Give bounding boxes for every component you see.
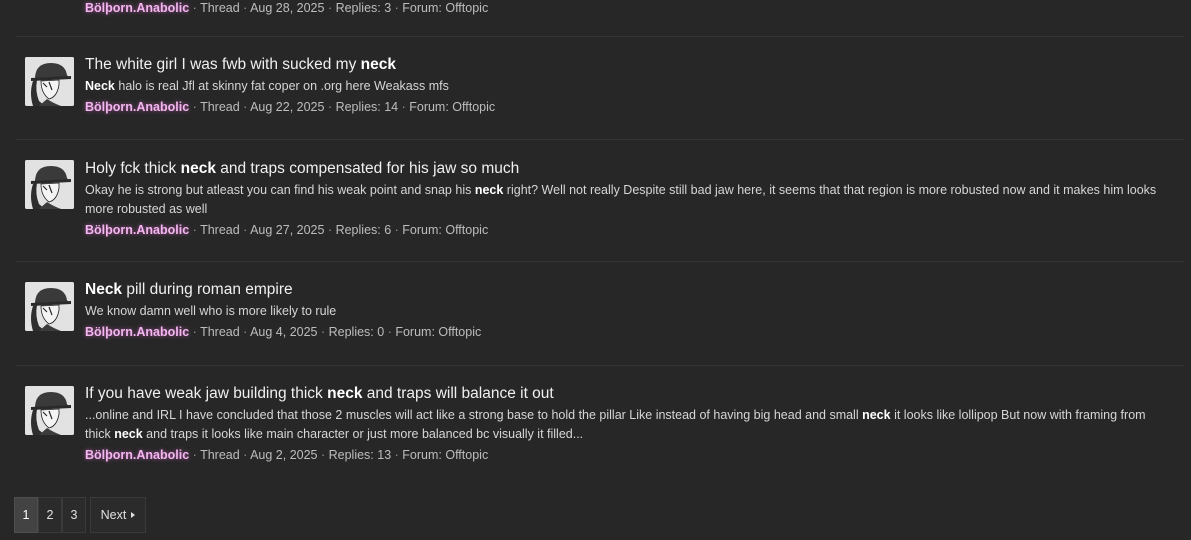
text-segment: and traps will balance it out — [362, 385, 554, 402]
content-type: Thread — [200, 1, 240, 15]
text-segment: and traps it looks like main character o… — [142, 427, 584, 441]
reply-count: Replies: 3 — [335, 1, 392, 15]
page-button-2[interactable]: 2 — [38, 497, 62, 533]
result-snippet: Neck halo is real Jfl at skinny fat cope… — [85, 77, 1174, 96]
avatar[interactable] — [25, 282, 74, 331]
result-meta: Bölþorn.Anabolic · Thread · Aug 28, 2025… — [85, 1, 489, 15]
result-snippet: ...online and IRL I have concluded that … — [85, 406, 1174, 444]
forum-link[interactable]: Forum: Offtopic — [402, 223, 488, 237]
result-title[interactable]: The white girl I was fwb with sucked my … — [85, 55, 1174, 75]
caret-right-icon — [131, 512, 136, 518]
author-link[interactable]: Bölþorn.Anabolic — [85, 223, 189, 237]
result-meta: Bölþorn.Anabolic · Thread · Aug 4, 2025 … — [85, 325, 482, 339]
user-avatar-icon — [25, 160, 74, 209]
list-item: Holy fck thick neck and traps compensate… — [16, 140, 1184, 262]
content-type: Thread — [200, 448, 240, 462]
list-item: If you have weak jaw building thick neck… — [16, 366, 1184, 488]
avatar[interactable] — [25, 57, 74, 106]
text-segment: The white girl I was fwb with sucked my — [85, 56, 361, 73]
forum-link[interactable]: Forum: Offtopic — [402, 1, 488, 15]
avatar[interactable] — [25, 160, 74, 209]
author-link[interactable]: Bölþorn.Anabolic — [85, 100, 189, 114]
highlighted-term: neck — [114, 427, 143, 441]
result-meta: Bölþorn.Anabolic · Thread · Aug 27, 2025… — [85, 223, 489, 237]
pagination: 1 2 3 Next — [14, 497, 146, 533]
result-title[interactable]: Holy fck thick neck and traps compensate… — [85, 159, 1174, 179]
user-avatar-icon — [25, 57, 74, 106]
reply-count: Replies: 13 — [328, 448, 392, 462]
highlighted-term: neck — [474, 183, 504, 197]
forum-link[interactable]: Forum: Offtopic — [409, 100, 495, 114]
highlighted-term: neck — [180, 160, 216, 177]
text-segment: Okay he is strong but atleast you can fi… — [85, 183, 475, 197]
page-button-1[interactable]: 1 — [14, 497, 38, 533]
highlighted-term: Neck — [85, 79, 115, 93]
reply-count: Replies: 0 — [328, 325, 385, 339]
author-link[interactable]: Bölþorn.Anabolic — [85, 325, 189, 339]
author-link[interactable]: Bölþorn.Anabolic — [85, 448, 189, 462]
post-date: Aug 28, 2025 — [250, 1, 325, 15]
content-type: Thread — [200, 325, 240, 339]
list-item: Neck pill during roman empire We know da… — [16, 262, 1184, 366]
list-item: Bölþorn.Anabolic · Thread · Aug 28, 2025… — [16, 0, 1184, 37]
avatar[interactable] — [25, 386, 74, 435]
page-button-3[interactable]: 3 — [62, 497, 86, 533]
post-date: Aug 22, 2025 — [250, 100, 325, 114]
reply-count: Replies: 6 — [335, 223, 392, 237]
forum-link[interactable]: Forum: Offtopic — [402, 448, 488, 462]
highlighted-term: Neck — [85, 281, 123, 298]
text-segment: ...online and IRL I have concluded that … — [85, 408, 863, 422]
text-segment: pill during roman empire — [122, 281, 293, 298]
text-segment: If you have weak jaw building thick — [85, 385, 328, 402]
result-meta: Bölþorn.Anabolic · Thread · Aug 2, 2025 … — [85, 448, 489, 462]
post-date: Aug 2, 2025 — [250, 448, 318, 462]
reply-count: Replies: 14 — [335, 100, 399, 114]
text-segment: halo is real Jfl at skinny fat coper on … — [114, 79, 449, 93]
post-date: Aug 4, 2025 — [250, 325, 318, 339]
next-page-button[interactable]: Next — [90, 497, 146, 533]
result-snippet: We know damn well who is more likely to … — [85, 302, 1174, 321]
highlighted-term: neck — [862, 408, 891, 422]
highlighted-term: neck — [360, 56, 396, 73]
result-title[interactable]: Neck pill during roman empire — [85, 280, 1174, 300]
content-type: Thread — [200, 100, 240, 114]
search-results: Bölþorn.Anabolic · Thread · Aug 28, 2025… — [0, 0, 1191, 540]
author-link[interactable]: Bölþorn.Anabolic — [85, 1, 189, 15]
content-type: Thread — [200, 223, 240, 237]
text-segment: We know damn well who is more likely to … — [85, 304, 337, 318]
list-item: The white girl I was fwb with sucked my … — [16, 37, 1184, 140]
result-meta: Bölþorn.Anabolic · Thread · Aug 22, 2025… — [85, 100, 496, 114]
result-title[interactable]: If you have weak jaw building thick neck… — [85, 384, 1174, 404]
user-avatar-icon — [25, 386, 74, 435]
text-segment: and traps compensated for his jaw so muc… — [215, 160, 520, 177]
post-date: Aug 27, 2025 — [250, 223, 325, 237]
next-label: Next — [100, 508, 127, 522]
highlighted-term: neck — [327, 385, 363, 402]
user-avatar-icon — [25, 282, 74, 331]
result-snippet: Okay he is strong but atleast you can fi… — [85, 181, 1174, 219]
text-segment: Holy fck thick — [85, 160, 181, 177]
forum-link[interactable]: Forum: Offtopic — [395, 325, 481, 339]
